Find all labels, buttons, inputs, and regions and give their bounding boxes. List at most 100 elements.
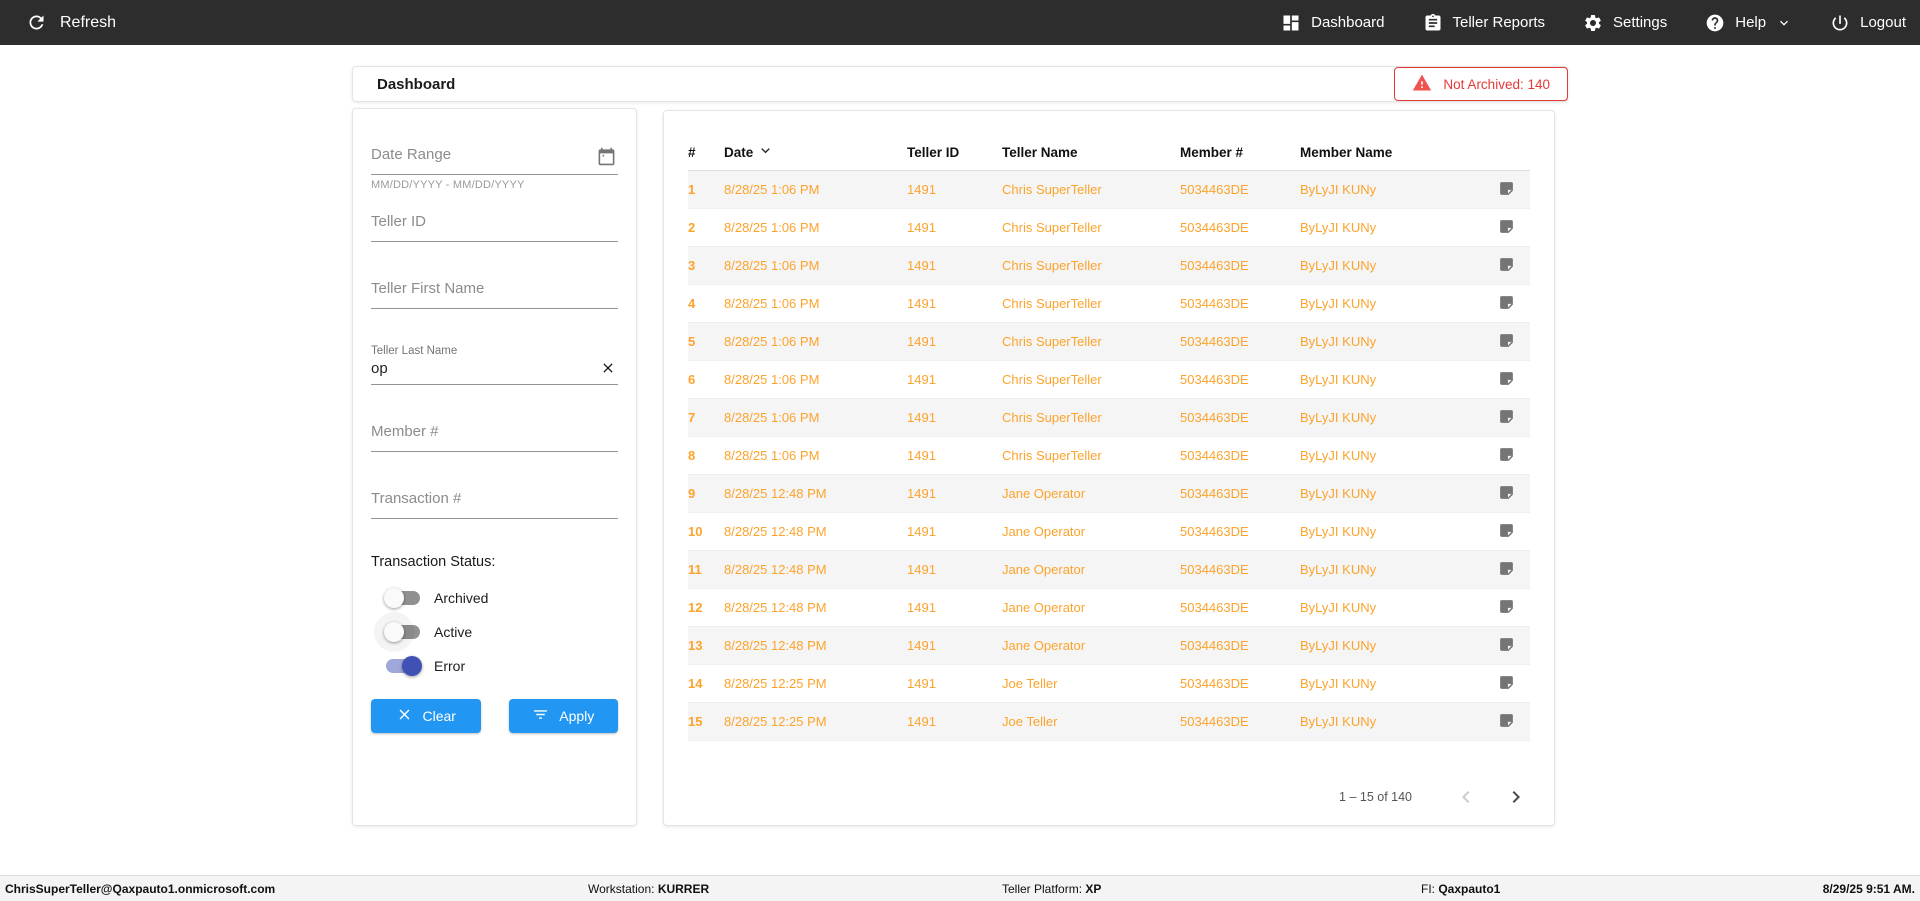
nav-item-dashboard[interactable]: Dashboard xyxy=(1281,13,1385,33)
cell-actions xyxy=(1468,218,1530,238)
nav-item-logout[interactable]: Logout xyxy=(1830,13,1906,33)
page-header: Dashboard Not Archived: 140 xyxy=(352,66,1568,102)
cell-actions xyxy=(1468,408,1530,428)
logged-in-user: ChrisSuperTeller@Qaxpauto1.onmicrosoft.c… xyxy=(5,881,276,896)
toggle-error[interactable]: Error xyxy=(386,656,618,676)
previous-page-button[interactable] xyxy=(1454,785,1478,809)
cell-actions xyxy=(1468,560,1530,580)
teller-id-field[interactable]: Teller ID xyxy=(371,210,618,242)
apply-button[interactable]: Apply xyxy=(508,699,618,733)
refresh-button[interactable]: Refresh xyxy=(26,12,116,33)
note-icon[interactable] xyxy=(1498,599,1515,618)
table-row[interactable]: 6 8/28/25 1:06 PM 1491 Chris SuperTeller 503… xyxy=(688,361,1530,399)
table-row[interactable]: 14 8/28/25 12:25 PM 1491 Joe Teller 5034463D… xyxy=(688,665,1530,703)
cell-date: 8/28/25 12:25 PM xyxy=(724,714,827,729)
cell-member-num: 5034463DE xyxy=(1180,638,1249,653)
note-icon[interactable] xyxy=(1498,371,1515,390)
cell-teller-id: 1491 xyxy=(907,714,936,729)
table-row[interactable]: 3 8/28/25 1:06 PM 1491 Chris SuperTeller 503… xyxy=(688,247,1530,285)
note-icon[interactable] xyxy=(1498,333,1515,352)
cell-member-num: 5034463DE xyxy=(1180,334,1249,349)
table-row[interactable]: 4 8/28/25 1:06 PM 1491 Chris SuperTeller 503… xyxy=(688,285,1530,323)
cell-member-name: ByLyJI KUNy xyxy=(1300,410,1377,425)
nav-item-teller-reports[interactable]: Teller Reports xyxy=(1423,13,1546,33)
cell-teller-id: 1491 xyxy=(907,448,936,463)
cell-member-name: ByLyJI KUNy xyxy=(1300,524,1377,539)
cell-member-name: ByLyJI KUNy xyxy=(1300,182,1377,197)
cell-member-name: ByLyJI KUNy xyxy=(1300,714,1377,729)
transaction-number-placeholder: Transaction # xyxy=(371,490,462,507)
teller-last-name-label: Teller Last Name xyxy=(371,345,458,357)
cell-num: 13 xyxy=(688,638,703,653)
cell-member-name: ByLyJI KUNy xyxy=(1300,296,1377,311)
col-header-date[interactable]: Date xyxy=(724,142,907,162)
note-icon[interactable] xyxy=(1498,257,1515,276)
cell-teller-name: Chris SuperTeller xyxy=(1002,410,1102,425)
note-icon[interactable] xyxy=(1498,409,1515,428)
clear-field-icon[interactable] xyxy=(600,360,616,376)
cell-num: 4 xyxy=(688,296,696,311)
cell-member-num: 5034463DE xyxy=(1180,676,1249,691)
note-icon[interactable] xyxy=(1498,447,1515,466)
member-number-field[interactable]: Member # xyxy=(371,420,618,452)
cell-num: 8 xyxy=(688,448,696,463)
clear-button[interactable]: Clear xyxy=(371,699,481,733)
cell-teller-id: 1491 xyxy=(907,258,936,273)
toggle-active[interactable]: Active xyxy=(384,622,618,642)
cell-member-name: ByLyJI KUNy xyxy=(1300,600,1377,615)
cell-member-num: 5034463DE xyxy=(1180,486,1249,501)
cell-member-num: 5034463DE xyxy=(1180,372,1249,387)
cell-member-num: 5034463DE xyxy=(1180,524,1249,539)
cell-teller-id: 1491 xyxy=(907,486,936,501)
note-icon[interactable] xyxy=(1498,675,1515,694)
cell-teller-id: 1491 xyxy=(907,182,936,197)
cell-teller-name: Chris SuperTeller xyxy=(1002,334,1102,349)
teller-id-placeholder: Teller ID xyxy=(371,213,427,230)
note-icon[interactable] xyxy=(1498,523,1515,542)
cell-member-name: ByLyJI KUNy xyxy=(1300,334,1377,349)
toggle-archived[interactable]: Archived xyxy=(384,588,618,608)
date-range-field[interactable]: Date Range MM/DD/YYYY - MM/DD/YYYY xyxy=(371,143,618,191)
table-row[interactable]: 15 8/28/25 12:25 PM 1491 Joe Teller 5034463D… xyxy=(688,703,1530,741)
note-icon[interactable] xyxy=(1498,485,1515,504)
cell-teller-id: 1491 xyxy=(907,410,936,425)
teller-first-name-placeholder: Teller First Name xyxy=(371,280,485,297)
nav-item-settings[interactable]: Settings xyxy=(1583,13,1667,33)
cell-teller-id: 1491 xyxy=(907,296,936,311)
note-icon[interactable] xyxy=(1498,295,1515,314)
nav-item-help[interactable]: Help xyxy=(1705,13,1792,33)
note-icon[interactable] xyxy=(1498,181,1515,200)
table-row[interactable]: 8 8/28/25 1:06 PM 1491 Chris SuperTeller 503… xyxy=(688,437,1530,475)
table-row[interactable]: 10 8/28/25 12:48 PM 1491 Jane Operator 50344… xyxy=(688,513,1530,551)
workstation-info: Workstation: KURRER xyxy=(588,881,710,896)
transaction-number-field[interactable]: Transaction # xyxy=(371,487,618,519)
table-row[interactable]: 7 8/28/25 1:06 PM 1491 Chris SuperTeller 503… xyxy=(688,399,1530,437)
table-row[interactable]: 5 8/28/25 1:06 PM 1491 Chris SuperTeller 503… xyxy=(688,323,1530,361)
calendar-icon[interactable] xyxy=(597,147,616,166)
teller-first-name-field[interactable]: Teller First Name xyxy=(371,277,618,309)
table-row[interactable]: 1 8/28/25 1:06 PM 1491 Chris SuperTeller 503… xyxy=(688,171,1530,209)
note-icon[interactable] xyxy=(1498,713,1515,732)
teller-last-name-field[interactable]: Teller Last Name op xyxy=(371,344,618,385)
cell-teller-name: Chris SuperTeller xyxy=(1002,372,1102,387)
cell-date: 8/28/25 12:25 PM xyxy=(724,676,827,691)
top-nav: Refresh Dashboard Teller Reports Setting… xyxy=(0,0,1920,45)
cell-member-num: 5034463DE xyxy=(1180,182,1249,197)
nav-item-label: Teller Reports xyxy=(1452,14,1546,31)
table-row[interactable]: 2 8/28/25 1:06 PM 1491 Chris SuperTeller 503… xyxy=(688,209,1530,247)
table-row[interactable]: 13 8/28/25 12:48 PM 1491 Jane Operator 50344… xyxy=(688,627,1530,665)
refresh-icon xyxy=(26,12,47,33)
note-icon[interactable] xyxy=(1498,561,1515,580)
col-header-teller-id: Teller ID xyxy=(907,144,960,160)
table-row[interactable]: 12 8/28/25 12:48 PM 1491 Jane Operator 50344… xyxy=(688,589,1530,627)
date-range-hint: MM/DD/YYYY - MM/DD/YYYY xyxy=(371,179,525,191)
col-header-label: Date xyxy=(724,144,754,160)
table-row[interactable]: 9 8/28/25 12:48 PM 1491 Jane Operator 503446… xyxy=(688,475,1530,513)
note-icon[interactable] xyxy=(1498,637,1515,656)
table-row[interactable]: 11 8/28/25 12:48 PM 1491 Jane Operator 50344… xyxy=(688,551,1530,589)
transaction-status-label: Transaction Status: xyxy=(371,554,496,570)
note-icon[interactable] xyxy=(1498,219,1515,238)
not-archived-badge[interactable]: Not Archived: 140 xyxy=(1394,67,1568,101)
cell-num: 11 xyxy=(688,562,702,577)
next-page-button[interactable] xyxy=(1504,785,1528,809)
